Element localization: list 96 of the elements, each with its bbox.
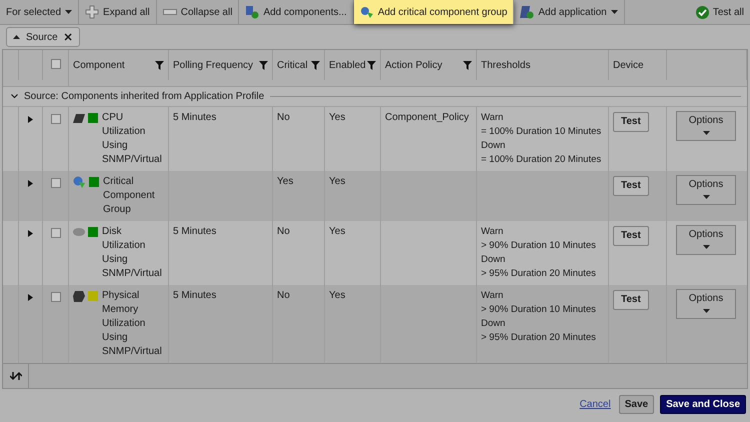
options-button[interactable]: Options: [676, 111, 736, 141]
component-name: Physical Memory Utilization Using SNMP/Virtual: [102, 289, 163, 359]
components-icon: [245, 5, 260, 19]
threshold-line: Down: [481, 139, 506, 153]
column-header-cell[interactable]: Polling Frequency: [169, 50, 273, 80]
column-header-cell[interactable]: Critical: [273, 50, 325, 80]
caret-icon: [702, 195, 710, 200]
table-cell-text: 5 Minutes: [173, 289, 218, 303]
threshold-line: > 90% Duration 10 Minutes: [481, 303, 597, 317]
caret-icon: [702, 131, 710, 136]
threshold-line: > 90% Duration 10 Minutes: [481, 239, 597, 253]
test-button[interactable]: Test: [613, 290, 649, 310]
threshold-line: > 95% Duration 20 Minutes: [481, 267, 597, 281]
filter-icon[interactable]: [367, 60, 376, 70]
close-icon[interactable]: ✕: [64, 30, 73, 44]
threshold-line: > 95% Duration 20 Minutes: [481, 331, 597, 345]
expand-arrow-icon[interactable]: [28, 116, 33, 123]
threshold-line: Warn: [481, 289, 504, 303]
group-header-label: Source: Components inherited from Application Profile: [24, 91, 264, 102]
select-all-checkbox[interactable]: [50, 59, 60, 69]
expand-arrow-icon[interactable]: [28, 230, 33, 237]
caret-icon: [65, 10, 72, 14]
memory-icon: [73, 290, 85, 302]
table-cell-text: 5 Minutes: [173, 111, 218, 125]
component-name: CPU Utilization Using SNMP/Virtual: [102, 111, 163, 167]
threshold-line: = 100% Duration 10 Minutes: [481, 125, 602, 139]
caret-icon: [702, 245, 710, 250]
toolbar-button[interactable]: For selected: [0, 0, 80, 24]
options-button[interactable]: Options: [676, 289, 736, 319]
check-icon: [696, 6, 709, 18]
application-icon: [520, 5, 534, 19]
options-button[interactable]: Options: [676, 175, 736, 205]
test-button[interactable]: Test: [613, 112, 649, 132]
column-header: Thresholds: [481, 60, 530, 70]
table-cell-text: No: [277, 111, 291, 125]
row-checkbox[interactable]: [50, 114, 60, 124]
table-cell-text: Yes: [329, 289, 346, 303]
save-button[interactable]: Save: [618, 394, 654, 414]
expand-arrow-icon[interactable]: [28, 180, 33, 187]
row-checkbox[interactable]: [50, 292, 60, 302]
table-cell-text: Yes: [329, 111, 346, 125]
filter-icon[interactable]: [311, 60, 320, 70]
toolbar-button[interactable]: Collapse all: [156, 0, 240, 24]
threshold-line: Down: [481, 317, 506, 331]
column-header: Action Policy: [385, 60, 442, 70]
column-header: Polling Frequency: [173, 60, 254, 70]
caret-icon: [702, 309, 710, 314]
caret-icon: [13, 34, 20, 40]
disk-icon: [73, 228, 85, 236]
toolbar-button[interactable]: Add critical component group: [354, 0, 514, 24]
row-checkbox[interactable]: [50, 228, 60, 238]
toolbar-button[interactable]: Add application: [514, 0, 625, 24]
column-header: Enabled: [329, 60, 366, 70]
refresh-icon: [10, 371, 22, 381]
filter-icon[interactable]: [155, 60, 164, 70]
column-header-cell[interactable]: Thresholds: [477, 50, 609, 80]
threshold-line: = 100% Duration 20 Minutes: [481, 153, 602, 167]
cancel-link[interactable]: Cancel: [580, 398, 611, 410]
options-button[interactable]: Options: [676, 225, 736, 255]
row-checkbox[interactable]: [50, 178, 60, 188]
test-button[interactable]: Test: [613, 226, 649, 246]
component-name: Critical Component Group: [103, 175, 156, 217]
minus-icon: [162, 9, 177, 15]
toolbar-button[interactable]: Expand all: [79, 0, 157, 24]
test-button[interactable]: Test: [613, 176, 649, 196]
save-and-close-button[interactable]: Save and Close: [660, 394, 746, 414]
group-icon: [360, 5, 374, 19]
filter-icon[interactable]: [259, 60, 268, 70]
caret-icon: [610, 10, 618, 14]
component-name: Disk Utilization Using SNMP/Virtual: [102, 225, 163, 281]
table-cell-text: Component_Policy: [385, 111, 470, 125]
toolbar-button[interactable]: Test all: [690, 0, 750, 24]
chip-icon: [73, 114, 85, 122]
column-header-cell[interactable]: Component: [69, 50, 169, 80]
toolbar-button[interactable]: Add components...: [239, 0, 354, 24]
column-header: Component: [73, 60, 125, 70]
table-cell-text: Yes: [329, 175, 346, 189]
group-icon: [73, 176, 86, 188]
table-cell-text: Yes: [277, 175, 294, 189]
table-cell-text: Yes: [329, 225, 346, 239]
threshold-line: Down: [481, 253, 506, 267]
table-cell-text: 5 Minutes: [173, 225, 218, 239]
expand-arrow-icon[interactable]: [28, 294, 33, 301]
threshold-line: Warn: [481, 225, 504, 239]
filter-icon[interactable]: [463, 60, 472, 70]
column-header: Device: [613, 60, 644, 70]
table-cell-text: No: [277, 289, 291, 303]
column-header-cell[interactable]: Enabled: [325, 50, 381, 80]
threshold-line: Warn: [481, 111, 504, 125]
source-group-chip[interactable]: Source ✕: [6, 27, 80, 47]
table-cell-text: No: [277, 225, 291, 239]
chip-label: Source: [26, 32, 58, 42]
plus-icon: [85, 5, 100, 19]
column-header: Critical: [277, 60, 308, 70]
column-header-cell[interactable]: Device: [609, 50, 667, 80]
column-header-cell[interactable]: Action Policy: [381, 50, 477, 80]
